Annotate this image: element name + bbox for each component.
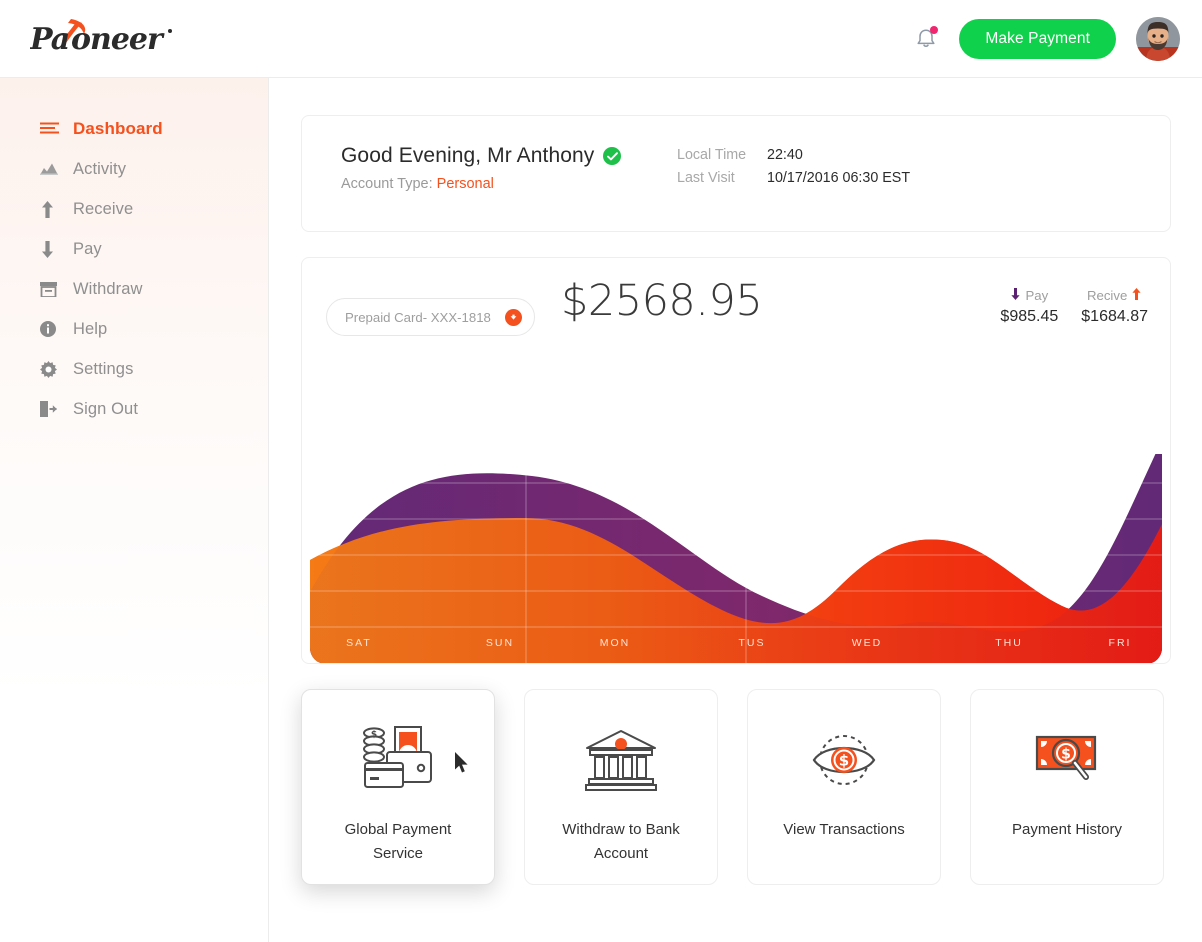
stat-receive-value: $1684.87 bbox=[1081, 308, 1148, 325]
meta-key: Local Time bbox=[677, 147, 747, 163]
action-card-label: View Transactions bbox=[783, 821, 905, 838]
wallet-coins-icon: $ bbox=[359, 724, 437, 796]
account-type-label: Account Type: bbox=[341, 176, 433, 192]
sidebar-item-settings[interactable]: Settings bbox=[0, 349, 268, 389]
sign-out-icon bbox=[40, 401, 62, 417]
stat-receive: Recive $1684.87 bbox=[1081, 288, 1148, 326]
action-card-label: Withdraw to Bank Account bbox=[562, 821, 680, 862]
sidebar-item-help[interactable]: Help bbox=[0, 309, 268, 349]
archive-box-icon bbox=[40, 281, 62, 297]
sidebar-item-withdraw[interactable]: Withdraw bbox=[0, 269, 268, 309]
chart-mountain-icon bbox=[40, 162, 62, 176]
session-meta: Local Time 22:40 Last Visit 10/17/2016 0… bbox=[677, 144, 910, 190]
chevron-down-circle-icon bbox=[505, 308, 522, 326]
chart-svg bbox=[310, 454, 1162, 663]
action-card-label: Global Payment Service bbox=[344, 821, 452, 862]
sidebar-item-activity[interactable]: Activity bbox=[0, 149, 268, 189]
app-header: Pa oneer Make Payment bbox=[0, 0, 1202, 78]
stat-pay-header: Pay bbox=[1000, 288, 1058, 303]
stat-receive-header: Recive bbox=[1081, 288, 1148, 303]
sidebar-item-label: Activity bbox=[73, 159, 127, 178]
sidebar-item-label: Dashboard bbox=[73, 119, 163, 138]
action-card-label: Payment History bbox=[1011, 821, 1123, 838]
banknote-magnifier-icon: $ bbox=[1031, 724, 1103, 796]
avatar[interactable] bbox=[1136, 17, 1180, 61]
payoneer-logo[interactable]: Pa oneer bbox=[29, 16, 180, 62]
meta-key: Last Visit bbox=[677, 170, 735, 186]
sidebar-item-label: Withdraw bbox=[73, 279, 143, 298]
action-card-withdraw-to-bank-account[interactable]: Withdraw to Bank Account bbox=[524, 689, 718, 885]
arrow-down-icon bbox=[1010, 288, 1021, 303]
gear-icon bbox=[40, 360, 62, 378]
sidebar-item-dashboard[interactable]: Dashboard bbox=[0, 109, 268, 149]
page-title: Good Evening, Mr Anthony bbox=[341, 144, 595, 167]
sidebar-item-receive[interactable]: Receive bbox=[0, 189, 268, 229]
make-payment-button[interactable]: Make Payment bbox=[959, 19, 1116, 59]
info-circle-icon bbox=[40, 321, 62, 337]
balance-card: Prepaid Card- XXX-1818 $2568.95 Pay $985… bbox=[301, 257, 1171, 664]
sidebar: Dashboard Activity Receive Pay Withdraw … bbox=[0, 78, 269, 942]
action-card-global-payment-service[interactable]: $ Global Payment Service bbox=[301, 689, 495, 885]
sidebar-item-label: Pay bbox=[73, 239, 102, 258]
arrow-down-icon bbox=[40, 240, 62, 258]
svg-text:$: $ bbox=[1061, 747, 1071, 763]
meta-row: Last Visit 10/17/2016 06:30 EST bbox=[677, 167, 910, 190]
stat-pay-value: $985.45 bbox=[1000, 308, 1059, 325]
check-badge-icon bbox=[603, 147, 622, 165]
sidebar-item-label: Receive bbox=[73, 199, 134, 218]
balance-stats: Pay $985.45 Recive $1684.87 bbox=[1000, 288, 1148, 326]
card-selector-value: Prepaid Card- XXX-1818 bbox=[345, 309, 491, 325]
sidebar-item-label: Help bbox=[73, 319, 108, 338]
mouse-pointer-icon bbox=[454, 752, 469, 778]
bank-building-icon bbox=[584, 724, 658, 796]
header-actions: Make Payment bbox=[907, 0, 1180, 78]
svg-text:$: $ bbox=[371, 730, 377, 740]
dashboard-page: Pa oneer Make Payment Dashboard Activity… bbox=[0, 0, 1202, 942]
greeting-card: Good Evening, Mr Anthony Account Type: P… bbox=[301, 115, 1171, 232]
sidebar-item-pay[interactable]: Pay bbox=[0, 229, 268, 269]
svg-text:$: $ bbox=[839, 752, 849, 770]
account-type-value: Personal bbox=[436, 176, 494, 192]
quick-actions: $ Global Payment Service Withdraw to Ban… bbox=[301, 689, 1173, 885]
eye-dollar-icon: $ bbox=[808, 724, 880, 796]
weekly-activity-chart: SAT SUN MON TUS WED THU FRI bbox=[302, 454, 1170, 663]
meta-value: 22:40 bbox=[767, 147, 803, 163]
main-content: Good Evening, Mr Anthony Account Type: P… bbox=[269, 78, 1202, 942]
balance-amount: $2568.95 bbox=[561, 276, 763, 326]
action-card-view-transactions[interactable]: $ View Transactions bbox=[747, 689, 941, 885]
stat-receive-label: Recive bbox=[1086, 288, 1128, 303]
meta-row: Local Time 22:40 bbox=[677, 144, 910, 167]
action-card-payment-history[interactable]: $ Payment History bbox=[970, 689, 1164, 885]
svg-text:Pa: Pa bbox=[30, 22, 69, 57]
sidebar-item-sign-out[interactable]: Sign Out bbox=[0, 389, 268, 429]
arrow-up-icon bbox=[1131, 288, 1142, 303]
sidebar-item-label: Settings bbox=[73, 359, 134, 378]
stat-pay: Pay $985.45 bbox=[1000, 288, 1058, 326]
menu-lines-icon bbox=[40, 122, 62, 136]
sidebar-item-label: Sign Out bbox=[73, 399, 139, 418]
meta-value: 10/17/2016 06:30 EST bbox=[767, 170, 911, 186]
user-avatar-icon bbox=[1136, 17, 1180, 61]
notifications-button[interactable] bbox=[907, 20, 945, 58]
stat-pay-label: Pay bbox=[1025, 288, 1049, 303]
svg-text:oneer: oneer bbox=[71, 22, 165, 57]
card-selector-dropdown[interactable]: Prepaid Card- XXX-1818 bbox=[326, 298, 535, 336]
arrow-up-icon bbox=[40, 200, 62, 218]
